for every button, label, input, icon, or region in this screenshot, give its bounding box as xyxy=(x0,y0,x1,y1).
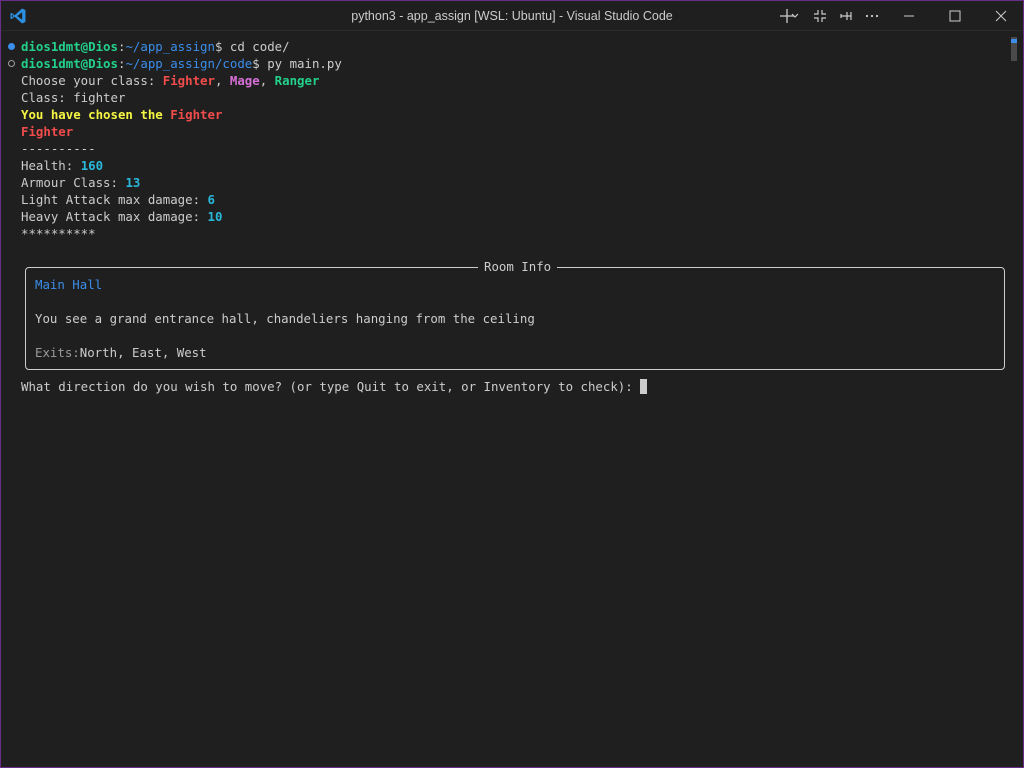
minimize-icon xyxy=(904,15,914,17)
terminal-line-prompt-1: dios1dmt@Dios:~/app_assign$ cd code/ xyxy=(21,39,290,54)
plus-icon xyxy=(780,9,799,23)
stat-value: 13 xyxy=(125,175,141,190)
room-description: You see a grand entrance hall, chandelie… xyxy=(35,311,535,326)
chosen-prefix: You have chosen the xyxy=(21,107,171,122)
chosen-class-line: You have chosen the Fighter xyxy=(21,106,222,123)
terminal-cursor[interactable] xyxy=(640,379,648,394)
terminal-line-prompt-2: dios1dmt@Dios:~/app_assign/code$ py main… xyxy=(21,56,342,71)
choose-prefix: Choose your class: xyxy=(21,73,163,88)
stat-heavy-attack: Heavy Attack max damage: 10 xyxy=(21,208,222,225)
exits-list: North, East, West xyxy=(79,345,207,360)
prompt-path: ~/app_assign/code xyxy=(125,56,253,71)
stat-label: Heavy Attack max damage: xyxy=(21,209,208,224)
room-info-panel: Room Info Main Hall You see a grand entr… xyxy=(25,258,1005,370)
class-option-fighter: Fighter xyxy=(162,73,215,88)
title-bar: python3 - app_assign [WSL: Ubuntu] - Vis… xyxy=(1,1,1023,31)
stat-label: Health: xyxy=(21,158,81,173)
terminal-panel[interactable]: dios1dmt@Dios:~/app_assign$ cd code/ dio… xyxy=(1,32,1011,767)
prompt-command: $ cd code/ xyxy=(214,39,290,54)
direction-prompt: What direction do you wish to move? (or … xyxy=(21,379,641,394)
prompt-path: ~/app_assign xyxy=(125,39,215,54)
stat-label: Armour Class: xyxy=(21,175,126,190)
command-running-decoration[interactable] xyxy=(8,60,15,67)
class-option-ranger: Ranger xyxy=(274,73,320,88)
class-choice-line: Choose your class: Fighter, Mage, Ranger xyxy=(21,73,320,88)
close-button[interactable] xyxy=(986,1,1016,31)
room-exits: Exits:North, East, West xyxy=(35,344,207,361)
exits-label: Exits: xyxy=(35,345,80,360)
toggle-panel-button[interactable] xyxy=(807,1,833,31)
star-separator: ********** xyxy=(21,226,96,241)
prompt-user: dios1dmt@Dios xyxy=(21,39,118,54)
minimize-button[interactable] xyxy=(894,1,924,31)
new-terminal-button[interactable] xyxy=(772,1,802,31)
prompt-user: dios1dmt@Dios xyxy=(21,56,118,71)
ellipsis-icon xyxy=(865,14,879,18)
restore-panel-icon xyxy=(814,10,826,22)
prompt-command: $ py main.py xyxy=(252,56,342,71)
stat-health: Health: 160 xyxy=(21,157,103,174)
pin-button[interactable] xyxy=(833,1,859,31)
stat-value: 10 xyxy=(207,209,223,224)
vscode-window: python3 - app_assign [WSL: Ubuntu] - Vis… xyxy=(0,0,1024,768)
direction-prompt-line[interactable]: What direction do you wish to move? (or … xyxy=(21,378,648,395)
stat-label: Light Attack max damage: xyxy=(21,192,208,207)
more-actions-button[interactable] xyxy=(859,1,885,31)
class-option-mage: Mage xyxy=(229,73,260,88)
command-success-decoration[interactable] xyxy=(8,43,15,50)
room-info-title: Room Info xyxy=(478,258,558,275)
maximize-icon xyxy=(949,10,961,22)
chosen-class: Fighter xyxy=(170,107,223,122)
stat-light-attack: Light Attack max damage: 6 xyxy=(21,191,215,208)
scrollbar-marker xyxy=(1011,39,1017,43)
maximize-button[interactable] xyxy=(940,1,970,31)
class-input-line: Class: fighter xyxy=(21,90,126,105)
class-heading: Fighter xyxy=(21,124,74,139)
pin-icon xyxy=(840,12,852,20)
stat-armour-class: Armour Class: 13 xyxy=(21,174,140,191)
room-name: Main Hall xyxy=(35,277,103,292)
stat-value: 6 xyxy=(207,192,215,207)
stat-value: 160 xyxy=(80,158,104,173)
close-icon xyxy=(995,10,1007,22)
dash-separator: ---------- xyxy=(21,141,96,156)
